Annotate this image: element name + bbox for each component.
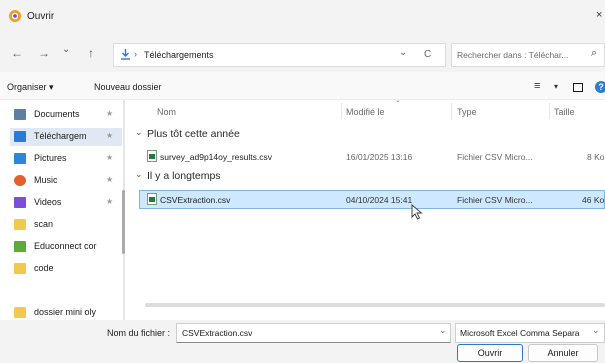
column-divider[interactable] — [549, 103, 550, 119]
group-chevron-icon[interactable]: ⌄ — [135, 127, 143, 138]
filename-value: CSVExtraction.csv — [182, 328, 253, 338]
sidebar-item-label: Téléchargem — [34, 131, 87, 141]
column-divider[interactable] — [451, 103, 452, 119]
column-header-modified[interactable]: Modifié le — [346, 107, 385, 117]
sidebar-item-downloads[interactable]: Téléchargem ★ — [10, 128, 122, 146]
sidebar-item-videos[interactable]: Videos ★ — [10, 194, 122, 212]
column-header-type[interactable]: Type — [457, 107, 477, 117]
group-header[interactable]: Plus tôt cette année — [147, 128, 240, 140]
back-icon[interactable]: ← — [11, 46, 23, 60]
view-dropdown-icon[interactable]: ▾ — [554, 82, 558, 91]
sidebar-item-educonnect[interactable]: Educonnect cor — [10, 238, 122, 256]
window-title: Ouvrir — [27, 11, 55, 22]
file-size: 46 Ko — [582, 195, 605, 205]
recent-locations-icon[interactable]: ⌄ — [62, 44, 70, 55]
sidebar-item-code[interactable]: code — [10, 260, 122, 278]
sidebar-item-label: Videos — [34, 197, 62, 207]
horizontal-scrollbar[interactable] — [145, 303, 605, 307]
address-dropdown-icon[interactable]: ⌄ — [399, 47, 407, 58]
search-placeholder: Rechercher dans : Téléchar... — [457, 50, 569, 60]
sidebar-item-documents[interactable]: Documents ★ — [10, 106, 122, 124]
new-folder-button[interactable]: Nouveau dossier — [94, 82, 162, 92]
file-name[interactable]: CSVExtraction.csv — [160, 195, 230, 205]
sidebar-item-scan[interactable]: scan — [10, 216, 122, 234]
sidebar-item-label: Educonnect cor — [34, 241, 97, 251]
file-modified: 04/10/2024 15:41 — [346, 195, 413, 205]
folder-icon — [14, 307, 26, 318]
sort-indicator-icon: ⌄ — [395, 97, 401, 104]
close-icon[interactable]: × — [596, 9, 602, 21]
csv-file-icon — [147, 150, 157, 162]
column-header-size[interactable]: Taille — [554, 107, 575, 117]
breadcrumb-folder[interactable]: Téléchargements — [144, 50, 214, 60]
sidebar-item-label: Documents — [34, 109, 80, 119]
organize-chevron-icon: ▾ — [49, 82, 54, 92]
organize-button[interactable]: Organiser ▾ — [7, 82, 54, 93]
videos-icon — [14, 197, 26, 208]
refresh-icon[interactable]: C — [424, 49, 431, 60]
title-bar — [0, 0, 605, 34]
group-header[interactable]: Il y a longtemps — [147, 170, 221, 182]
sidebar-item-label: Pictures — [34, 153, 67, 163]
sidebar-item-label: code — [34, 263, 54, 273]
documents-icon — [14, 109, 26, 120]
folder-icon — [14, 263, 26, 274]
organize-label: Organiser — [7, 82, 47, 92]
filename-dropdown-icon[interactable]: ⌄ — [439, 325, 447, 336]
download-folder-icon — [121, 49, 130, 60]
view-options-icon[interactable]: ≡ — [534, 80, 540, 92]
folder-icon — [14, 219, 26, 230]
breadcrumb-separator: › — [134, 49, 137, 59]
navigation-pane: Documents ★ Téléchargem ★ Pictures ★ Mus… — [0, 100, 126, 320]
open-button[interactable]: Ouvrir — [457, 344, 523, 362]
music-icon — [14, 175, 26, 186]
csv-file-icon — [147, 193, 157, 205]
pictures-icon — [14, 153, 26, 164]
mouse-cursor-icon — [411, 204, 423, 220]
preview-pane-icon[interactable] — [573, 83, 583, 92]
filetype-value: Microsoft Excel Comma Separa — [460, 328, 580, 338]
column-divider[interactable] — [341, 103, 342, 119]
pin-icon: ★ — [106, 109, 114, 118]
column-header-name[interactable]: Nom — [157, 107, 176, 117]
cancel-button[interactable]: Annuler — [528, 344, 598, 362]
file-modified: 16/01/2025 13:16 — [346, 152, 413, 162]
folder-icon — [14, 241, 26, 252]
sidebar-item-label: Music — [34, 175, 58, 185]
app-icon — [9, 10, 21, 22]
file-type: Fichier CSV Micro... — [457, 195, 533, 205]
pin-icon: ★ — [106, 131, 114, 140]
forward-icon[interactable]: → — [38, 46, 50, 60]
command-bar — [0, 72, 605, 100]
sidebar-item-label: dossier mini oly — [34, 307, 97, 317]
sidebar-scrollbar-thumb[interactable] — [122, 190, 125, 254]
help-icon[interactable]: ? — [595, 81, 605, 93]
sidebar-item-music[interactable]: Music ★ — [10, 172, 122, 190]
up-folder-icon[interactable]: ↑ — [88, 46, 94, 60]
sidebar-item-pictures[interactable]: Pictures ★ — [10, 150, 122, 168]
search-icon[interactable]: ⌕ — [591, 47, 597, 60]
pin-icon: ★ — [106, 175, 114, 184]
pin-icon: ★ — [106, 153, 114, 162]
group-chevron-icon[interactable]: ⌄ — [135, 169, 143, 180]
filetype-dropdown-icon[interactable]: ⌄ — [592, 325, 600, 336]
file-type: Fichier CSV Micro... — [457, 152, 533, 162]
downloads-icon — [14, 131, 26, 142]
filename-label: Nom du fichier : — [107, 328, 171, 338]
file-size: 8 Ko — [587, 152, 605, 162]
pin-icon: ★ — [106, 197, 114, 206]
sidebar-item-dossier-mini[interactable]: dossier mini oly — [10, 304, 122, 320]
file-name[interactable]: survey_ad9p14oy_results.csv — [160, 152, 272, 162]
sidebar-item-label: scan — [34, 219, 54, 229]
